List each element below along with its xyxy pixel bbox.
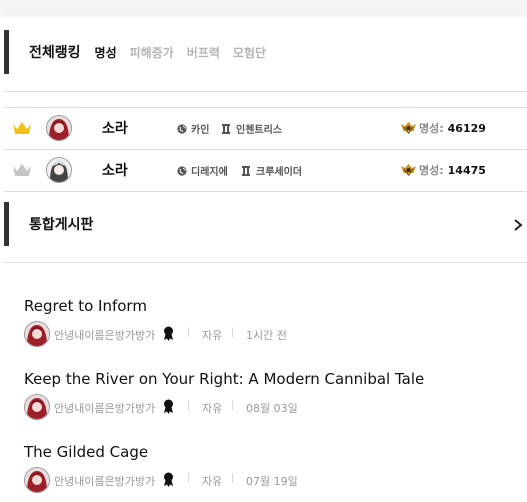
tab-adventure[interactable]: 모험단 bbox=[233, 44, 266, 61]
separator: | bbox=[231, 473, 235, 484]
post-category: 자유 bbox=[202, 329, 223, 342]
post-item[interactable]: Regret to Inform 안녕내이름은방가방가 | 자유 | 1시간 전 bbox=[24, 297, 524, 347]
post-meta: 안녕내이름은방가방가 | 자유 | 1시간 전 bbox=[24, 321, 524, 347]
post-title[interactable]: Regret to Inform bbox=[24, 297, 524, 315]
author-name[interactable]: 안녕내이름은방가방가 bbox=[54, 327, 155, 343]
fame-medal-icon bbox=[401, 122, 416, 134]
gold-crown-icon bbox=[13, 122, 31, 134]
tab-buff[interactable]: 버프력 bbox=[187, 44, 220, 61]
post-category: 자유 bbox=[202, 402, 223, 415]
job: 크루세이더 bbox=[242, 163, 302, 178]
section-accent-bar bbox=[4, 30, 9, 74]
fame-value: 46129 bbox=[447, 121, 486, 135]
ribbon-badge-icon bbox=[164, 399, 173, 414]
separator: | bbox=[187, 473, 191, 484]
author-avatar bbox=[24, 321, 50, 347]
section-accent-bar bbox=[4, 202, 9, 246]
board-title[interactable]: 통합게시판 bbox=[29, 214, 93, 234]
fame-medal-icon bbox=[401, 164, 416, 176]
divider bbox=[4, 91, 527, 92]
fame: 명성: 14475 bbox=[401, 162, 486, 178]
tab-damage[interactable]: 피해증가 bbox=[130, 44, 174, 61]
globe-icon bbox=[177, 123, 187, 134]
job-name: 인첸트리스 bbox=[236, 125, 282, 136]
author-avatar bbox=[24, 394, 50, 420]
ranking-row[interactable]: 소라 카인 인첸트리스 명성: 46129 bbox=[4, 107, 527, 149]
post-meta: 안녕내이름은방가방가 | 자유 | 08월 03일 bbox=[24, 394, 524, 420]
post-title[interactable]: The Gilded Cage bbox=[24, 443, 524, 461]
ranking-row[interactable]: 소라 디레지에 크루세이더 명성: 14475 bbox=[4, 149, 527, 191]
character-name[interactable]: 소라 bbox=[102, 160, 128, 180]
divider bbox=[4, 262, 527, 263]
server: 디레지에 bbox=[177, 163, 228, 178]
author-name[interactable]: 안녕내이름은방가방가 bbox=[54, 473, 155, 489]
server: 카인 bbox=[177, 121, 209, 136]
divider bbox=[4, 191, 527, 192]
separator: | bbox=[231, 400, 235, 411]
fame-label: 명성: bbox=[419, 164, 444, 177]
author-avatar bbox=[24, 467, 50, 493]
post-item[interactable]: Keep the River on Your Right: A Modern C… bbox=[24, 370, 524, 420]
fame-value: 14475 bbox=[447, 163, 486, 177]
post-time: 07월 19일 bbox=[246, 475, 298, 488]
post-time: 08월 03일 bbox=[246, 402, 298, 415]
ribbon-badge-icon bbox=[164, 326, 173, 341]
fame-label: 명성: bbox=[419, 122, 444, 135]
fame: 명성: 46129 bbox=[401, 120, 486, 136]
author-name[interactable]: 안녕내이름은방가방가 bbox=[54, 400, 155, 416]
character-name[interactable]: 소라 bbox=[102, 118, 128, 138]
job: 인첸트리스 bbox=[222, 121, 282, 136]
globe-icon bbox=[177, 165, 187, 176]
server-name: 카인 bbox=[191, 125, 210, 136]
top-bar bbox=[0, 0, 527, 14]
job-icon bbox=[222, 123, 230, 134]
board-header[interactable]: 통합게시판 bbox=[4, 202, 527, 246]
avatar bbox=[46, 157, 72, 183]
silver-crown-icon bbox=[13, 164, 31, 176]
post-meta: 안녕내이름은방가방가 | 자유 | 07월 19일 bbox=[24, 467, 524, 493]
avatar bbox=[46, 115, 72, 141]
tab-fame[interactable]: 명성 bbox=[95, 44, 117, 61]
ranking-header: 전체랭킹 명성 피해증가 버프력 모험단 bbox=[4, 30, 527, 74]
chevron-right-icon[interactable] bbox=[513, 218, 523, 232]
server-name: 디레지에 bbox=[191, 167, 228, 178]
post-title[interactable]: Keep the River on Your Right: A Modern C… bbox=[24, 370, 524, 388]
separator: | bbox=[187, 327, 191, 338]
post-item[interactable]: The Gilded Cage 안녕내이름은방가방가 | 자유 | 07월 19… bbox=[24, 443, 524, 493]
post-time: 1시간 전 bbox=[246, 329, 287, 342]
job-name: 크루세이더 bbox=[256, 167, 302, 178]
ribbon-badge-icon bbox=[164, 472, 173, 487]
separator: | bbox=[187, 400, 191, 411]
separator: | bbox=[231, 327, 235, 338]
job-icon bbox=[242, 165, 250, 176]
post-category: 자유 bbox=[202, 475, 223, 488]
ranking-title: 전체랭킹 bbox=[29, 45, 81, 61]
